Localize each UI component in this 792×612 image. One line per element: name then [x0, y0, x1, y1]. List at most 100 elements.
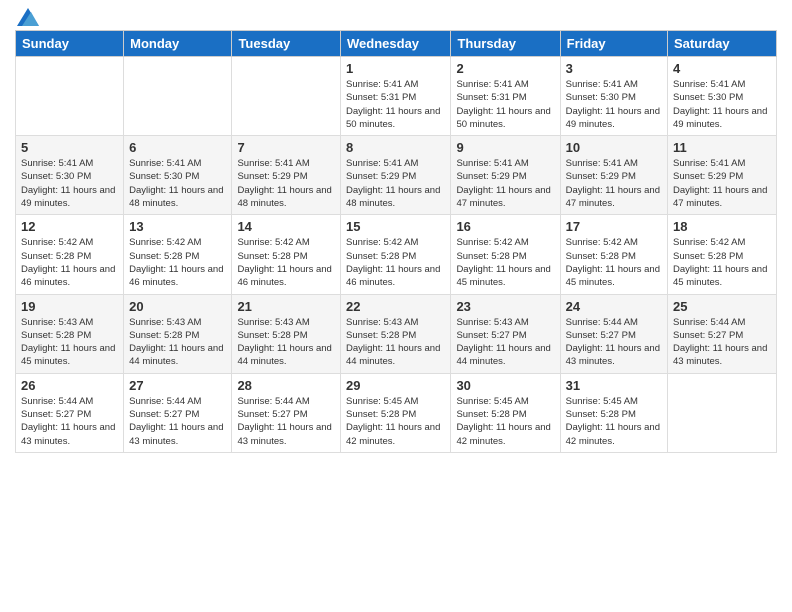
day-number: 3 — [566, 61, 662, 76]
day-number: 22 — [346, 299, 445, 314]
day-number: 23 — [456, 299, 554, 314]
calendar-cell: 16 Sunrise: 5:42 AMSunset: 5:28 PMDayligh… — [451, 215, 560, 294]
calendar-cell: 26Sunrise: 5:44 AMSunset: 5:27 PMDayligh… — [16, 373, 124, 452]
calendar-cell: 6 Sunrise: 5:41 AMSunset: 5:30 PMDaylight… — [124, 136, 232, 215]
calendar-cell: 3 Sunrise: 5:41 AMSunset: 5:30 PMDaylight… — [560, 57, 667, 136]
day-number: 21 — [237, 299, 335, 314]
calendar-cell: 20 Sunrise: 5:43 AMSunset: 5:28 PMDayligh… — [124, 294, 232, 373]
day-number: 2 — [456, 61, 554, 76]
day-number: 27 — [129, 378, 226, 393]
day-number: 29 — [346, 378, 445, 393]
day-info: Sunrise: 5:41 AMSunset: 5:31 PMDaylight:… — [456, 78, 554, 131]
day-info: Sunrise: 5:41 AMSunset: 5:30 PMDaylight:… — [129, 157, 226, 210]
day-info: Sunrise: 5:45 AMSunset: 5:28 PMDaylight:… — [346, 395, 445, 448]
day-info: Sunrise: 5:41 AMSunset: 5:29 PMDaylight:… — [456, 157, 554, 210]
calendar-week-row: 19 Sunrise: 5:43 AMSunset: 5:28 PMDayligh… — [16, 294, 777, 373]
day-info: Sunrise: 5:42 AMSunset: 5:28 PMDaylight:… — [346, 236, 445, 289]
calendar-cell: 13 Sunrise: 5:42 AMSunset: 5:28 PMDayligh… — [124, 215, 232, 294]
day-info: Sunrise: 5:42 AMSunset: 5:28 PMDaylight:… — [456, 236, 554, 289]
calendar-week-row: 26 Sunrise: 5:44 AMSunset: 5:27 PMDayligh… — [16, 373, 777, 452]
day-number: 26 — [21, 378, 118, 393]
calendar-cell — [124, 57, 232, 136]
day-info: Sunrise: 5:43 AMSunset: 5:28 PMDaylight:… — [21, 316, 118, 369]
day-number: 16 — [456, 219, 554, 234]
day-number: 31 — [566, 378, 662, 393]
logo-icon — [17, 8, 39, 26]
calendar-cell: 18 Sunrise: 5:42 AMSunset: 5:28 PMDayligh… — [668, 215, 777, 294]
calendar-cell — [668, 373, 777, 452]
day-number: 18 — [673, 219, 771, 234]
calendar-cell: 11 Sunrise: 5:41 AMSunset: 5:29 PMDayligh… — [668, 136, 777, 215]
calendar-cell: 10 Sunrise: 5:41 AMSunset: 5:29 PMDayligh… — [560, 136, 667, 215]
calendar-week-row: 1 Sunrise: 5:41 AMSunset: 5:31 PMDaylight… — [16, 57, 777, 136]
day-number: 6 — [129, 140, 226, 155]
calendar-cell: 31 Sunrise: 5:45 AMSunset: 5:28 PMDayligh… — [560, 373, 667, 452]
day-number: 28 — [237, 378, 335, 393]
day-number: 10 — [566, 140, 662, 155]
day-info: Sunrise: 5:41 AMSunset: 5:29 PMDaylight:… — [673, 157, 771, 210]
logo — [15, 10, 39, 22]
day-number: 5 — [21, 140, 118, 155]
day-number: 20 — [129, 299, 226, 314]
calendar-page: SundayMondayTuesdayWednesdayThursdayFrid… — [0, 0, 792, 612]
day-info: Sunrise: 5:42 AMSunset: 5:28 PMDaylight:… — [673, 236, 771, 289]
weekday-header-friday: Friday — [560, 31, 667, 57]
weekday-header-wednesday: Wednesday — [341, 31, 451, 57]
calendar-cell: 19 Sunrise: 5:43 AMSunset: 5:28 PMDayligh… — [16, 294, 124, 373]
day-info: Sunrise: 5:44 AMSunset: 5:27 PMDaylight:… — [566, 316, 662, 369]
day-number: 7 — [237, 140, 335, 155]
calendar-cell: 5 Sunrise: 5:41 AMSunset: 5:30 PMDaylight… — [16, 136, 124, 215]
day-info: Sunrise: 5:41 AMSunset: 5:30 PMDaylight:… — [566, 78, 662, 131]
page-header — [15, 10, 777, 22]
weekday-header-thursday: Thursday — [451, 31, 560, 57]
day-number: 11 — [673, 140, 771, 155]
day-number: 14 — [237, 219, 335, 234]
day-number: 13 — [129, 219, 226, 234]
weekday-header-sunday: Sunday — [16, 31, 124, 57]
calendar-cell: 4Sunrise: 5:41 AMSunset: 5:30 PMDaylight… — [668, 57, 777, 136]
calendar-cell — [16, 57, 124, 136]
calendar-cell: 9 Sunrise: 5:41 AMSunset: 5:29 PMDaylight… — [451, 136, 560, 215]
day-info: Sunrise: 5:44 AMSunset: 5:27 PMDaylight:… — [129, 395, 226, 448]
day-info: Sunrise: 5:42 AMSunset: 5:28 PMDaylight:… — [21, 236, 118, 289]
day-number: 17 — [566, 219, 662, 234]
calendar-cell: 8 Sunrise: 5:41 AMSunset: 5:29 PMDaylight… — [341, 136, 451, 215]
calendar-cell: 1 Sunrise: 5:41 AMSunset: 5:31 PMDaylight… — [341, 57, 451, 136]
day-number: 12 — [21, 219, 118, 234]
day-number: 8 — [346, 140, 445, 155]
day-info: Sunrise: 5:41 AMSunset: 5:29 PMDaylight:… — [566, 157, 662, 210]
day-number: 24 — [566, 299, 662, 314]
day-info: Sunrise: 5:43 AMSunset: 5:28 PMDaylight:… — [237, 316, 335, 369]
day-info: Sunrise: 5:41 AMSunset: 5:29 PMDaylight:… — [237, 157, 335, 210]
calendar-cell: 21 Sunrise: 5:43 AMSunset: 5:28 PMDayligh… — [232, 294, 341, 373]
calendar-cell: 28 Sunrise: 5:44 AMSunset: 5:27 PMDayligh… — [232, 373, 341, 452]
calendar-cell: 12 Sunrise: 5:42 AMSunset: 5:28 PMDayligh… — [16, 215, 124, 294]
day-info: Sunrise: 5:41 AMSunset: 5:29 PMDaylight:… — [346, 157, 445, 210]
day-number: 1 — [346, 61, 445, 76]
day-info: Sunrise: 5:45 AMSunset: 5:28 PMDaylight:… — [456, 395, 554, 448]
day-info: Sunrise: 5:42 AMSunset: 5:28 PMDaylight:… — [129, 236, 226, 289]
day-number: 19 — [21, 299, 118, 314]
calendar-week-row: 12 Sunrise: 5:42 AMSunset: 5:28 PMDayligh… — [16, 215, 777, 294]
day-number: 30 — [456, 378, 554, 393]
day-number: 15 — [346, 219, 445, 234]
calendar-header-row: SundayMondayTuesdayWednesdayThursdayFrid… — [16, 31, 777, 57]
weekday-header-tuesday: Tuesday — [232, 31, 341, 57]
calendar-cell: 17Sunrise: 5:42 AMSunset: 5:28 PMDayligh… — [560, 215, 667, 294]
day-info: Sunrise: 5:41 AMSunset: 5:30 PMDaylight:… — [673, 78, 771, 131]
calendar-cell: 14 Sunrise: 5:42 AMSunset: 5:28 PMDayligh… — [232, 215, 341, 294]
day-info: Sunrise: 5:44 AMSunset: 5:27 PMDaylight:… — [237, 395, 335, 448]
day-info: Sunrise: 5:41 AMSunset: 5:30 PMDaylight:… — [21, 157, 118, 210]
calendar-week-row: 5 Sunrise: 5:41 AMSunset: 5:30 PMDaylight… — [16, 136, 777, 215]
day-info: Sunrise: 5:43 AMSunset: 5:28 PMDaylight:… — [129, 316, 226, 369]
day-info: Sunrise: 5:42 AMSunset: 5:28 PMDaylight:… — [237, 236, 335, 289]
calendar-cell — [232, 57, 341, 136]
calendar-cell: 25Sunrise: 5:44 AMSunset: 5:27 PMDayligh… — [668, 294, 777, 373]
day-info: Sunrise: 5:45 AMSunset: 5:28 PMDaylight:… — [566, 395, 662, 448]
day-info: Sunrise: 5:41 AMSunset: 5:31 PMDaylight:… — [346, 78, 445, 131]
calendar-cell: 23Sunrise: 5:43 AMSunset: 5:27 PMDayligh… — [451, 294, 560, 373]
day-number: 9 — [456, 140, 554, 155]
day-number: 25 — [673, 299, 771, 314]
weekday-header-monday: Monday — [124, 31, 232, 57]
calendar-cell: 7 Sunrise: 5:41 AMSunset: 5:29 PMDaylight… — [232, 136, 341, 215]
